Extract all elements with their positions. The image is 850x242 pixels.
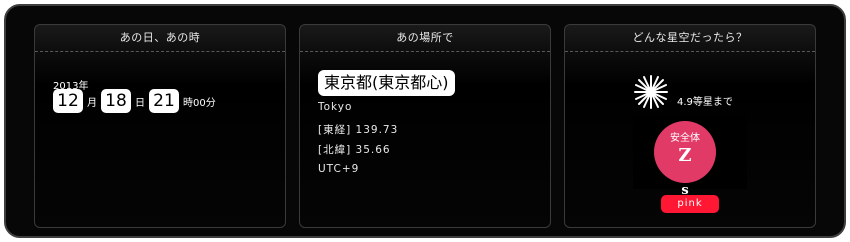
- location-panel-title: あの場所で: [300, 25, 550, 52]
- circle-top-text: 安全体: [670, 133, 700, 144]
- longitude-label: [東経] 139.73: [318, 124, 399, 136]
- city-label: Tokyo: [318, 101, 353, 113]
- location-panel: あの場所で 東京都(東京都心) Tokyo [東経] 139.73 [北緯] 3…: [299, 24, 551, 228]
- month-field[interactable]: 12: [53, 89, 83, 113]
- day-unit: 日: [135, 97, 145, 109]
- sky-panel-title: どんな星空だったら？: [565, 25, 815, 52]
- time-suffix: 時00分: [183, 97, 216, 109]
- circle-mid-text: Z: [678, 145, 692, 166]
- pink-button[interactable]: pink: [661, 195, 719, 213]
- pink-circle[interactable]: 安全体 Z s: [654, 121, 716, 198]
- month-unit: 月: [87, 97, 97, 109]
- timezone-label: UTC+9: [318, 163, 360, 175]
- sky-panel: どんな星空だったら？ 4.9等星まで 安全体 Z s pink: [564, 24, 816, 228]
- location-field[interactable]: 東京都(東京都心): [318, 70, 455, 96]
- main-frame: あの日、あの時 2013年 12 月 18 日 21 時00分 あの場所で 東京…: [4, 4, 846, 238]
- hour-field[interactable]: 21: [149, 89, 179, 113]
- magnitude-label: 4.9等星まで: [677, 97, 733, 108]
- day-field[interactable]: 18: [101, 89, 131, 113]
- star-burst-icon: [634, 75, 668, 109]
- date-row: 12 月 18 日 21 時00分: [53, 89, 218, 113]
- date-panel: あの日、あの時 2013年 12 月 18 日 21 時00分: [34, 24, 286, 228]
- date-panel-title: あの日、あの時: [35, 25, 285, 52]
- sky-preview: 安全体 Z s: [633, 115, 747, 198]
- latitude-label: [北緯] 35.66: [318, 144, 391, 156]
